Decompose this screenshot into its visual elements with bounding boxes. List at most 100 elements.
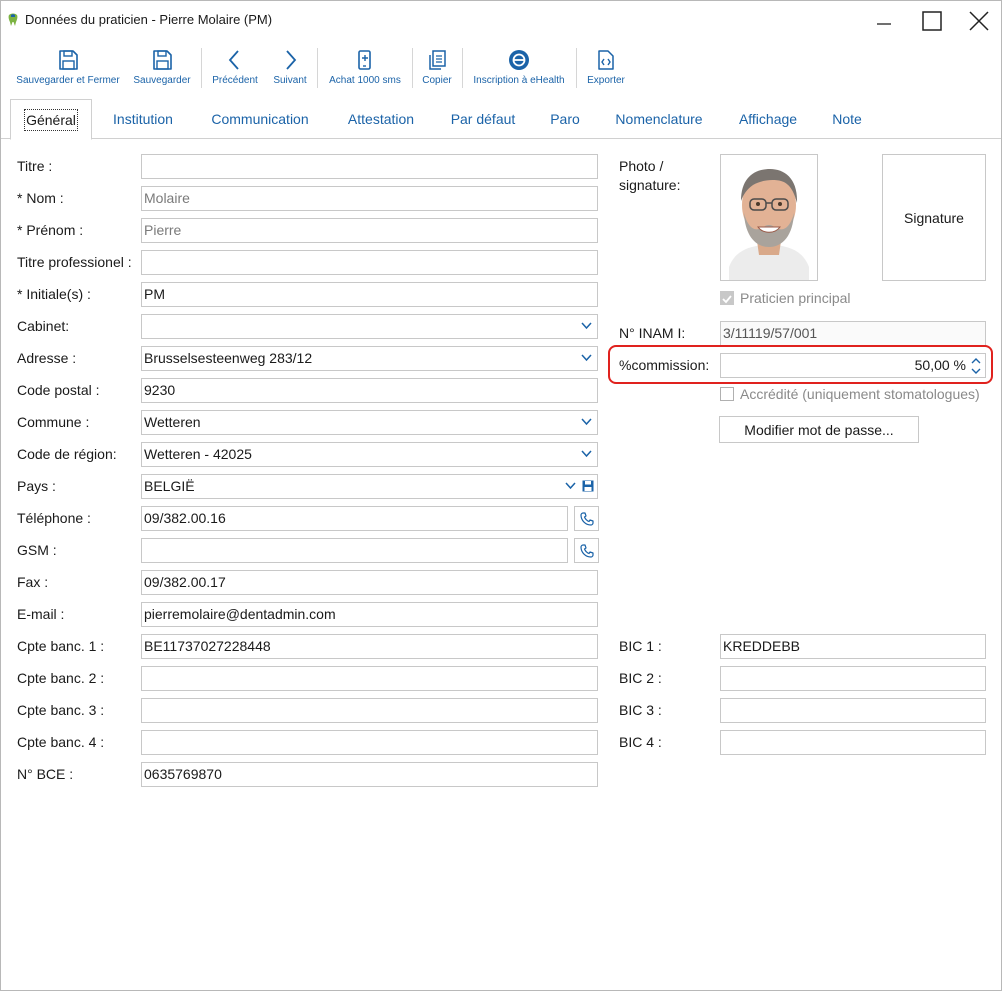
cpte3-input[interactable] (141, 698, 598, 723)
bic3-input[interactable] (720, 698, 986, 723)
toolbar-separator (576, 48, 577, 88)
tab-institution[interactable]: Institution (98, 99, 188, 139)
close-button[interactable] (956, 5, 1002, 37)
save-button[interactable]: Sauvegarder (131, 43, 193, 93)
bic4-input[interactable] (720, 730, 986, 755)
cpte1-input[interactable]: BE11737027228448 (141, 634, 598, 659)
tab-paro[interactable]: Paro (542, 99, 588, 139)
praticien-principal-checkbox[interactable] (720, 291, 734, 305)
pays-value: BELGIË (144, 478, 195, 494)
commune-select[interactable]: Wetteren (141, 410, 598, 435)
minimize-button[interactable] (861, 5, 907, 37)
next-button[interactable]: Suivant (267, 43, 313, 93)
prenom-input[interactable]: Pierre (141, 218, 598, 243)
gsm-label: GSM : (17, 542, 57, 558)
phone-icon (579, 543, 594, 558)
cpte4-input[interactable] (141, 730, 598, 755)
next-label: Suivant (273, 75, 307, 86)
tab-note[interactable]: Note (823, 99, 871, 139)
bce-input[interactable]: 0635769870 (141, 762, 598, 787)
telephone-label: Téléphone : (17, 510, 91, 526)
signature-box[interactable]: Signature (882, 154, 986, 281)
maximize-button[interactable] (909, 5, 955, 37)
export-icon (598, 50, 614, 70)
modify-password-button[interactable]: Modifier mot de passe... (719, 416, 919, 443)
gsm-input[interactable] (141, 538, 568, 563)
bic1-input[interactable]: KREDDEBB (720, 634, 986, 659)
toolbar-separator (462, 48, 463, 88)
tab-communication-label: Communication (211, 111, 309, 127)
chevron-down-icon (581, 418, 592, 426)
titre-input[interactable] (141, 154, 598, 179)
tab-nomenclature[interactable]: Nomenclature (604, 99, 714, 139)
commission-input[interactable]: 50,00 % (720, 353, 986, 378)
tab-general[interactable]: Général (10, 99, 92, 140)
export-label: Exporter (587, 75, 625, 86)
save-close-button[interactable]: Sauvegarder et Fermer (15, 43, 121, 93)
tab-attestation-label: Attestation (347, 111, 415, 127)
previous-label: Précédent (212, 75, 258, 86)
inami-input[interactable]: 3/11119/57/001 (720, 321, 986, 346)
window-title: Données du praticien - Pierre Molaire (P… (25, 12, 273, 27)
cpte1-label: Cpte banc. 1 : (17, 638, 105, 654)
save-icon[interactable] (582, 480, 594, 492)
initiales-input[interactable]: PM (141, 282, 598, 307)
tab-paro-label: Paro (550, 111, 580, 127)
pays-select[interactable]: BELGIË (141, 474, 598, 499)
tab-affichage-label: Affichage (738, 111, 798, 127)
praticien-principal-label: Praticien principal (740, 290, 851, 306)
chevron-down-icon (581, 354, 592, 362)
tab-par-defaut[interactable]: Par défaut (440, 99, 526, 139)
adresse-select[interactable]: Brusselsesteenweg 283/12 (141, 346, 598, 371)
call-gsm-button[interactable] (574, 538, 599, 563)
app-tooth-icon (8, 13, 18, 26)
email-input[interactable]: pierremolaire@dentadmin.com (141, 602, 598, 627)
tab-general-label: Général (24, 108, 78, 131)
close-icon (969, 11, 989, 31)
export-button[interactable]: Exporter (583, 43, 629, 93)
tab-institution-label: Institution (113, 111, 173, 127)
code-region-label: Code de région: (17, 446, 117, 462)
minimize-icon (877, 23, 891, 25)
buy-sms-button[interactable]: Achat 1000 sms (324, 43, 406, 93)
ehealth-icon (509, 50, 529, 70)
cabinet-select[interactable] (141, 314, 598, 339)
tab-communication[interactable]: Communication (200, 99, 320, 139)
titre-pro-input[interactable] (141, 250, 598, 275)
fax-input[interactable]: 09/382.00.17 (141, 570, 598, 595)
commune-value: Wetteren (144, 414, 201, 430)
toolbar-separator (412, 48, 413, 88)
nom-input[interactable]: Molaire (141, 186, 598, 211)
code-postal-label: Code postal : (17, 382, 100, 398)
tab-attestation[interactable]: Attestation (334, 99, 428, 139)
inami-label: N° INAM I: (619, 325, 686, 341)
telephone-input[interactable]: 09/382.00.16 (141, 506, 568, 531)
buy-sms-label: Achat 1000 sms (329, 75, 401, 86)
accredite-label: Accrédité (uniquement stomatologues) (740, 386, 980, 402)
save-icon (59, 50, 78, 70)
accredite-checkbox[interactable] (720, 387, 734, 401)
photo-box[interactable] (720, 154, 818, 281)
checkmark-icon (722, 295, 732, 304)
tab-nomenclature-label: Nomenclature (615, 111, 703, 127)
chevron-left-icon (228, 50, 239, 70)
tab-bar: Général Institution Communication Attest… (1, 99, 1001, 140)
tab-affichage[interactable]: Affichage (727, 99, 809, 139)
code-postal-input[interactable]: 9230 (141, 378, 598, 403)
cpte2-input[interactable] (141, 666, 598, 691)
commune-label: Commune : (17, 414, 90, 430)
previous-button[interactable]: Précédent (208, 43, 262, 93)
cpte4-label: Cpte banc. 4 : (17, 734, 105, 750)
chevron-down-icon (565, 482, 576, 490)
maximize-icon (922, 11, 942, 31)
modify-password-label: Modifier mot de passe... (744, 421, 894, 438)
spinner-icon[interactable] (971, 356, 981, 376)
practitioner-window: Données du praticien - Pierre Molaire (P… (0, 0, 1002, 991)
ehealth-button[interactable]: Inscription à eHealth (469, 43, 569, 93)
call-telephone-button[interactable] (574, 506, 599, 531)
copy-button[interactable]: Copier (418, 43, 456, 93)
bic2-input[interactable] (720, 666, 986, 691)
fax-label: Fax : (17, 574, 49, 590)
cpte2-label: Cpte banc. 2 : (17, 670, 105, 686)
code-region-select[interactable]: Wetteren - 42025 (141, 442, 598, 467)
